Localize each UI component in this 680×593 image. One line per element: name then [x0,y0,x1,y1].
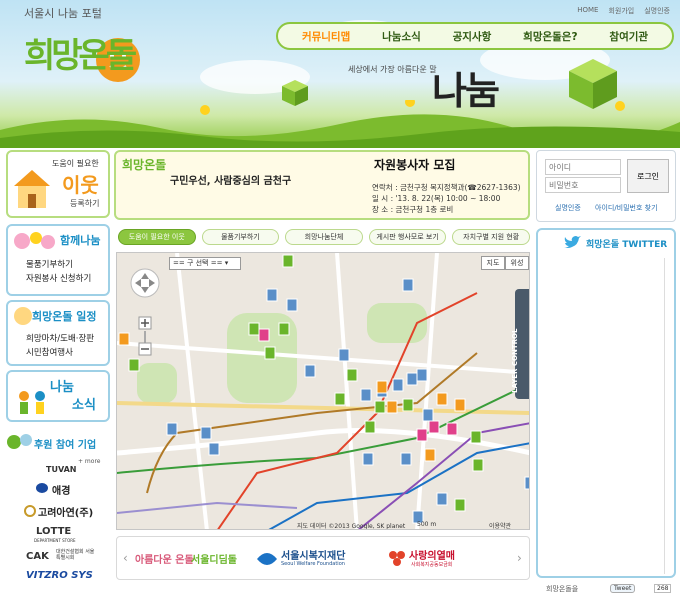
map-copyright: 지도 데이터 ©2013 Google, SK planet [297,523,406,530]
schedule-title: 희망온돌 일정 [32,310,97,323]
sponsor-more-link[interactable]: + more [78,458,100,465]
twitter-bottom-label: 희망온돌을 [546,585,579,593]
house-illustration [14,170,50,208]
donate-goods-link[interactable]: 물품기부하기 [26,258,91,272]
aekyung-logo-mark [36,483,48,493]
partner-love-fruit[interactable]: 사랑의열매 [409,547,455,562]
map-category-tabs: 도움이 필요한 이웃 물품기부하기 희망나눔단체 게시판 행사모로 보기 자치구… [118,229,530,247]
sharing-news-box[interactable]: 나눔 소식 [6,370,110,422]
sponsor-logo-vitzro[interactable]: VITZRO SYS [26,570,93,581]
nav-community-map[interactable]: 커뮤니티맵 [302,29,350,44]
password-input[interactable] [545,177,621,193]
people-illustration [19,391,45,414]
sharing-news-line1: 나눔 [50,380,74,395]
banner-contact: 연락처 : 금천구청 복지정책과(☎2627-1363) [372,183,521,192]
tweet-count: 268 [654,584,672,593]
portal-title: 서울시 나눔 포털 [24,7,102,20]
sponsor-logo-cak[interactable]: CAK [26,551,49,562]
realname-auth-link[interactable]: 실명인증 [644,6,670,16]
love-fruit-logo [389,551,405,566]
login-button[interactable]: 로그인 [627,159,669,193]
twitter-scrollbar[interactable] [664,258,672,574]
map-type-satellite-button[interactable]: 위성 [505,256,529,270]
green-cube-illustration [569,59,617,109]
district-select-value: == 구 선택 == [173,259,223,267]
find-account-link[interactable]: 아이디/비밀번호 찾기 [595,203,658,213]
neighbor-register-box[interactable]: 도움이 필요한 이웃 등록하기 [6,150,110,218]
twitter-bird-icon [564,236,581,248]
share-together-box: 함께나눔 물품기부하기 자원봉사 신청하기 [6,224,110,296]
volunteer-recruit-banner[interactable]: 희망온돌 구민우선, 사람중심의 금천구 자원봉사자 모집 연락처 : 금천구청… [114,150,530,220]
layer-control-label: LAYER CONTROL [511,328,519,393]
register-link[interactable]: 등록하기 [70,198,99,209]
sponsor-logo-aekyung[interactable]: 애경 [52,482,70,497]
slogan-small: 세상에서 가장 아름다운 말 [348,65,437,74]
volunteer-apply-link[interactable]: 자원봉사 신청하기 [26,272,91,286]
slogan-big: 나눔 [432,68,500,113]
top-links: HOME 회원가입 실명인증 [577,6,670,16]
sharing-news-line2: 소식 [72,398,96,413]
community-map[interactable]: == 구 선택 == ▾ 지도 위성 LAYER CONTROL 지도 데이터 … [116,252,530,530]
share-together-title: 함께나눔 [60,234,101,247]
main-navigation: 커뮤니티맵 나눔소식 공지사항 희망온돌은? 참여기관 [276,22,674,50]
map-type-toggle: 지도 위성 [481,256,529,270]
banner-tagline: 구민우선, 사람중심의 금천구 [170,176,292,187]
koreazinc-logo-mark [24,505,36,517]
tab-board-events[interactable]: 게시판 행사모로 보기 [368,229,447,245]
partner-love-fruit-sub: 사회복지공동모금회 [411,562,453,568]
tab-donate-goods[interactable]: 물품기부하기 [201,229,280,245]
banner-place: 장 소 : 금천구청 1층 로비 [372,205,454,214]
map-terms-link[interactable]: 이용약관 [489,521,511,529]
nav-about[interactable]: 희망온돌은? [523,29,577,44]
realname-auth-link[interactable]: 실명인증 [555,203,581,213]
tab-sharing-groups[interactable]: 희망나눔단체 [285,229,363,245]
signup-link[interactable]: 회원가입 [608,6,634,16]
partner-beautiful-ondol[interactable]: 아름다운 온돌 [135,551,194,566]
logo-text: 희망온돌 [24,36,137,76]
nav-news[interactable]: 나눔소식 [382,29,421,44]
twitter-title: 희망온돌 TWITTER [586,240,668,250]
partner-seoul-didimdol[interactable]: 서울디딤돌 [191,551,237,566]
nav-partners[interactable]: 참여기관 [609,29,648,44]
map-scale: 500 m [417,521,437,528]
tab-neighbors-in-need[interactable]: 도움이 필요한 이웃 [118,229,196,245]
map-type-map-button[interactable]: 지도 [481,256,505,270]
hope-wagon-link[interactable]: 희망마차/도배·장판 [26,332,94,346]
citizen-event-link[interactable]: 시민참여행사 [26,346,94,360]
user-id-input[interactable] [545,159,621,175]
neighbor-small-text: 도움이 필요한 [52,159,99,168]
banner-title: 자원봉사자 모집 [374,158,456,172]
tweet-button[interactable]: Tweet [610,584,636,593]
partner-welfare-foundation-en: Seoul Welfare Foundation [281,561,345,567]
sponsor-logo-cak-sub: 대한건설협회 서울특별시회 [56,549,95,561]
login-box: 로그인 실명인증 아이디/비밀번호 찾기 [536,150,676,222]
sponsor-logo-koreazinc[interactable]: 고려아연(주) [38,504,93,519]
neighbor-big-text: 이웃 [62,173,99,197]
schedule-box: 희망온돌 일정 희망마차/도배·장판 시민참여행사 [6,300,110,366]
banner-logo: 희망온돌 [122,158,167,172]
partner-banner: ‹ 아름다운 온돌 서울디딤돌 서울시복지재단 Seoul Welfare Fo… [116,536,530,580]
hand-icon [14,307,32,325]
sponsor-logo-tuvan[interactable]: TUVAN [46,465,77,474]
banner-date: 일 시 : '13. 8. 22(목) 10:00 ~ 18:00 [372,194,501,203]
home-link[interactable]: HOME [577,6,598,16]
sponsor-logo-lotte-sub: DEPARTMENT STORE [34,538,76,543]
nav-notices[interactable]: 공지사항 [453,29,492,44]
district-select[interactable]: == 구 선택 == ▾ [169,257,241,270]
twitter-widget: 희망온돌 TWITTER [536,228,676,578]
green-cube-illustration [282,80,308,106]
sponsor-title: 후원 참여 기업 [34,440,97,451]
tab-district-support[interactable]: 자치구별 지원 현황 [452,229,530,245]
sponsor-companies: 후원 참여 기업 + more TUVAN 애경 고려아연(주) LOTTE D… [6,432,110,593]
welfare-foundation-logo [257,553,277,565]
next-arrow-icon[interactable]: › [517,551,522,565]
map-canvas [117,253,529,529]
flower-icon [14,232,55,249]
prev-arrow-icon[interactable]: ‹ [123,551,128,565]
flower-icon [7,434,32,449]
sponsor-logo-lotte[interactable]: LOTTE [36,526,71,537]
site-logo[interactable]: 희망온돌 [22,22,142,82]
partner-welfare-foundation[interactable]: 서울시복지재단 [281,547,345,562]
